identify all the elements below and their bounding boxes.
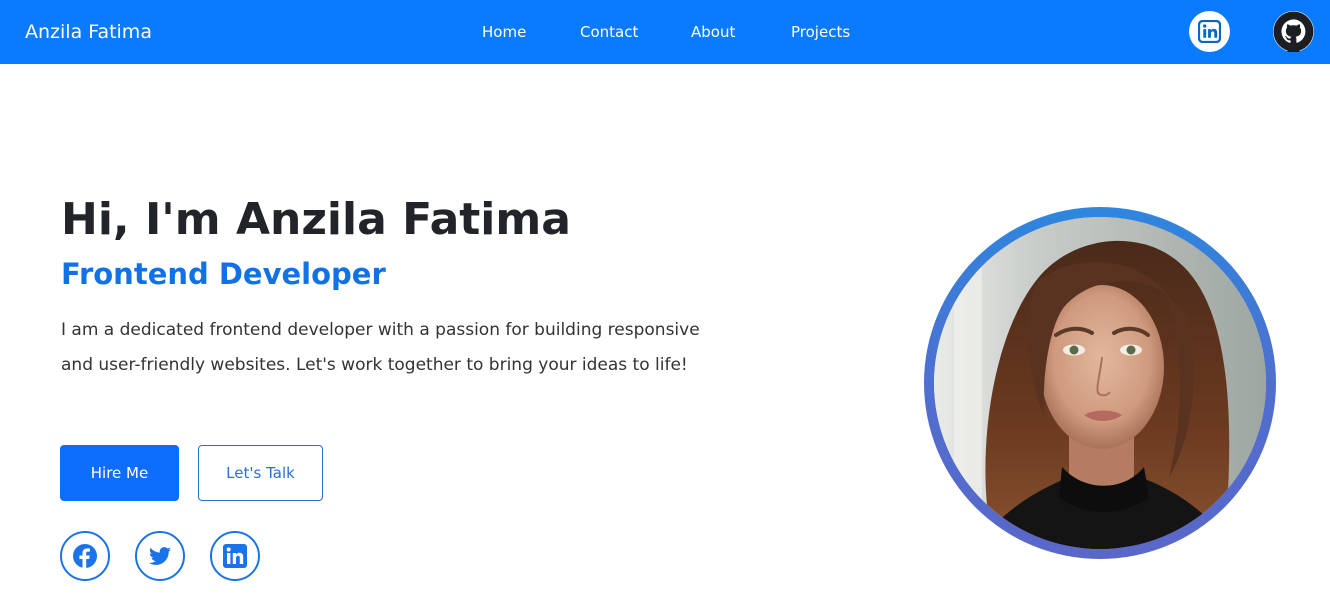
twitter-icon <box>149 547 171 565</box>
nav-links: Home Contact About Projects <box>0 22 1330 42</box>
linkedin-icon <box>1198 20 1221 43</box>
navbar-github-link[interactable] <box>1273 11 1314 52</box>
profile-photo <box>934 217 1266 549</box>
hire-me-button[interactable]: Hire Me <box>60 445 179 501</box>
navbar-linkedin-link[interactable] <box>1189 11 1230 52</box>
hero-title: Hi, I'm Anzila Fatima <box>61 194 571 245</box>
facebook-link[interactable] <box>60 531 110 581</box>
nav-link-projects[interactable]: Projects <box>791 22 850 42</box>
hero-role: Frontend Developer <box>61 257 386 291</box>
navbar: Anzila Fatima Home Contact About Project… <box>0 0 1330 64</box>
linkedin-icon <box>223 544 247 568</box>
lets-talk-button[interactable]: Let's Talk <box>198 445 323 501</box>
linkedin-link[interactable] <box>210 531 260 581</box>
facebook-icon <box>73 544 97 568</box>
hero-description: I am a dedicated frontend developer with… <box>61 320 700 375</box>
nav-link-contact[interactable]: Contact <box>580 22 638 42</box>
nav-link-home[interactable]: Home <box>482 22 526 42</box>
nav-link-about[interactable]: About <box>691 22 735 42</box>
twitter-link[interactable] <box>135 531 185 581</box>
github-icon <box>1273 11 1314 52</box>
